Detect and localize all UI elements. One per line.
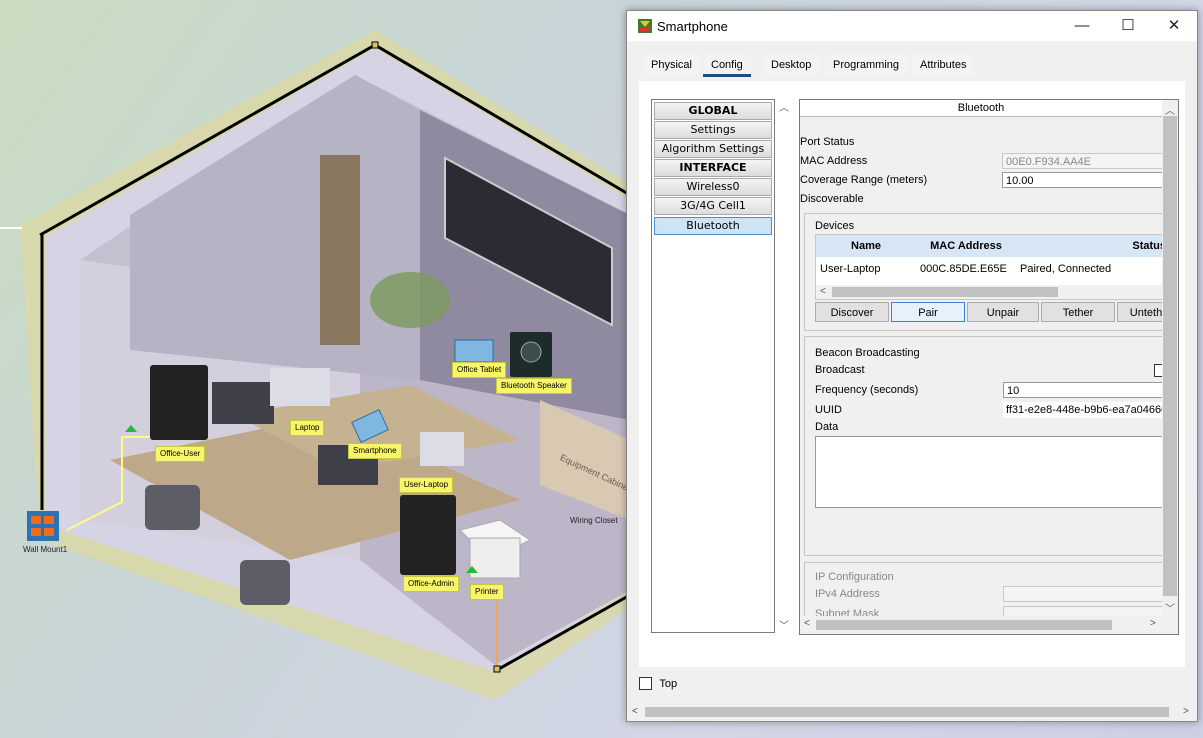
device-label-office-admin[interactable]: Office-Admin <box>403 576 460 592</box>
menu-item-cell[interactable]: 3G/4G Cell1 <box>654 197 772 215</box>
port-status-label: Port Status <box>800 136 855 148</box>
smartphone-window: Smartphone — ☐ ✕ Physical Config Desktop… <box>626 10 1198 722</box>
scroll-right-icon[interactable]: > <box>1150 618 1156 629</box>
ipv4-input <box>1003 586 1169 602</box>
device-label-bluetooth-speaker[interactable]: Bluetooth Speaker <box>496 378 572 394</box>
mac-address-field: 00E0.F934.AA4E <box>1002 153 1164 169</box>
scroll-thumb[interactable] <box>645 707 1169 717</box>
scroll-down-icon[interactable]: ﹀ <box>1165 600 1175 615</box>
scroll-left-icon[interactable]: < <box>820 286 826 297</box>
ipv4-label: IPv4 Address <box>815 588 880 600</box>
devices-group: Devices Name MAC Address Status User-Lap… <box>804 213 1177 331</box>
panel-h-scrollbar[interactable]: < > <box>800 616 1162 634</box>
scroll-down-icon[interactable]: ﹀ <box>779 617 789 632</box>
config-menu: GLOBAL Settings Algorithm Settings INTER… <box>651 99 775 633</box>
data-label: Data <box>815 421 839 433</box>
top-option[interactable]: Top <box>639 676 678 691</box>
tab-config[interactable]: Config <box>703 54 751 77</box>
window-title: Smartphone <box>657 19 728 34</box>
uuid-field[interactable]: ff31-e2e8-448e-b9b6-ea7a04660 <box>1003 402 1169 418</box>
beacon-title: Beacon Broadcasting <box>815 347 920 359</box>
unpair-button[interactable]: Unpair <box>967 302 1039 322</box>
device-label-office-tablet[interactable]: Office Tablet <box>452 362 507 378</box>
window-content: Physical Config Desktop Programming Attr… <box>639 51 1185 667</box>
maximize-button[interactable]: ☐ <box>1105 11 1151 41</box>
scroll-up-icon[interactable]: ︿ <box>779 99 789 114</box>
column-header-mac[interactable]: MAC Address <box>916 235 1016 257</box>
wall-mount-label[interactable]: Wall Mount1 <box>23 545 67 554</box>
row-name[interactable]: User-Laptop <box>820 263 881 275</box>
menu-item-settings[interactable]: Settings <box>654 121 772 139</box>
coverage-range-label: Coverage Range (meters) <box>800 174 928 186</box>
uuid-label: UUID <box>815 404 842 416</box>
window-h-scrollbar[interactable]: < > <box>627 703 1197 721</box>
row-mac[interactable]: 000C.85DE.E65E <box>920 263 1007 275</box>
scroll-up-icon[interactable]: ︿ <box>1165 102 1175 117</box>
device-label-laptop[interactable]: Laptop <box>290 420 325 436</box>
device-label-office-user[interactable]: Office-User <box>155 446 206 462</box>
column-header-name[interactable]: Name <box>816 235 916 257</box>
wiring-closet-label: Wiring Closet <box>570 516 618 525</box>
menu-item-wireless0[interactable]: Wireless0 <box>654 178 772 196</box>
top-checkbox-label: Top <box>659 677 678 690</box>
panel-heading: Bluetooth <box>800 100 1162 117</box>
devices-h-scrollbar[interactable]: < <box>816 285 1176 299</box>
frequency-input[interactable]: 10 <box>1003 382 1169 398</box>
discoverable-label: Discoverable <box>800 193 864 205</box>
scroll-left-icon[interactable]: < <box>632 706 638 717</box>
frequency-label: Frequency (seconds) <box>815 384 919 396</box>
room-illustration <box>0 30 640 700</box>
beacon-group: Beacon Broadcasting Broadcast Frequency … <box>804 336 1176 556</box>
menu-item-bluetooth[interactable]: Bluetooth <box>654 217 772 235</box>
discover-button[interactable]: Discover <box>815 302 889 322</box>
tab-attributes[interactable]: Attributes <box>912 54 975 76</box>
mac-address-label: MAC Address <box>800 155 868 167</box>
device-label-printer[interactable]: Printer <box>470 584 504 600</box>
scroll-left-icon[interactable]: < <box>804 618 810 629</box>
scroll-right-icon[interactable]: > <box>1183 706 1189 717</box>
scroll-thumb[interactable] <box>832 287 1058 297</box>
row-status[interactable]: Paired, Connected <box>1020 263 1111 275</box>
tether-button[interactable]: Tether <box>1041 302 1115 322</box>
top-checkbox[interactable] <box>639 677 652 691</box>
device-label-user-laptop[interactable]: User-Laptop <box>399 477 454 493</box>
coverage-range-input[interactable]: 10.00 <box>1002 172 1164 188</box>
tab-programming[interactable]: Programming <box>825 54 908 76</box>
pair-button[interactable]: Pair <box>891 302 965 322</box>
scroll-thumb[interactable] <box>816 620 1112 630</box>
menu-scrollbar[interactable]: ︿ ﹀ <box>776 99 792 633</box>
panel-v-scrollbar[interactable]: ︿ ﹀ <box>1162 100 1178 634</box>
tab-bar: Physical Config Desktop Programming Attr… <box>639 51 1185 81</box>
device-label-smartphone[interactable]: Smartphone <box>348 443 402 459</box>
data-textarea[interactable] <box>815 436 1173 508</box>
broadcast-label: Broadcast <box>815 364 865 376</box>
minimize-button[interactable]: — <box>1059 11 1105 41</box>
packet-tracer-icon <box>638 19 652 33</box>
scroll-thumb[interactable] <box>1163 116 1177 596</box>
menu-interface-header[interactable]: INTERFACE <box>654 159 772 177</box>
devices-title: Devices <box>815 220 855 232</box>
column-header-status[interactable]: Status <box>1016 235 1176 257</box>
tab-physical[interactable]: Physical <box>643 54 700 76</box>
menu-global-header[interactable]: GLOBAL <box>654 102 772 120</box>
tab-desktop[interactable]: Desktop <box>763 54 820 76</box>
bluetooth-panel: Bluetooth Port Status MAC Address 00E0.F… <box>799 99 1179 635</box>
close-button[interactable]: ✕ <box>1151 11 1197 41</box>
menu-item-algorithm-settings[interactable]: Algorithm Settings <box>654 140 772 158</box>
ip-config-title: IP Configuration <box>815 571 894 583</box>
title-bar[interactable]: Smartphone — ☐ ✕ <box>627 11 1197 41</box>
devices-table[interactable]: Name MAC Address Status User-Laptop 000C… <box>815 234 1177 300</box>
